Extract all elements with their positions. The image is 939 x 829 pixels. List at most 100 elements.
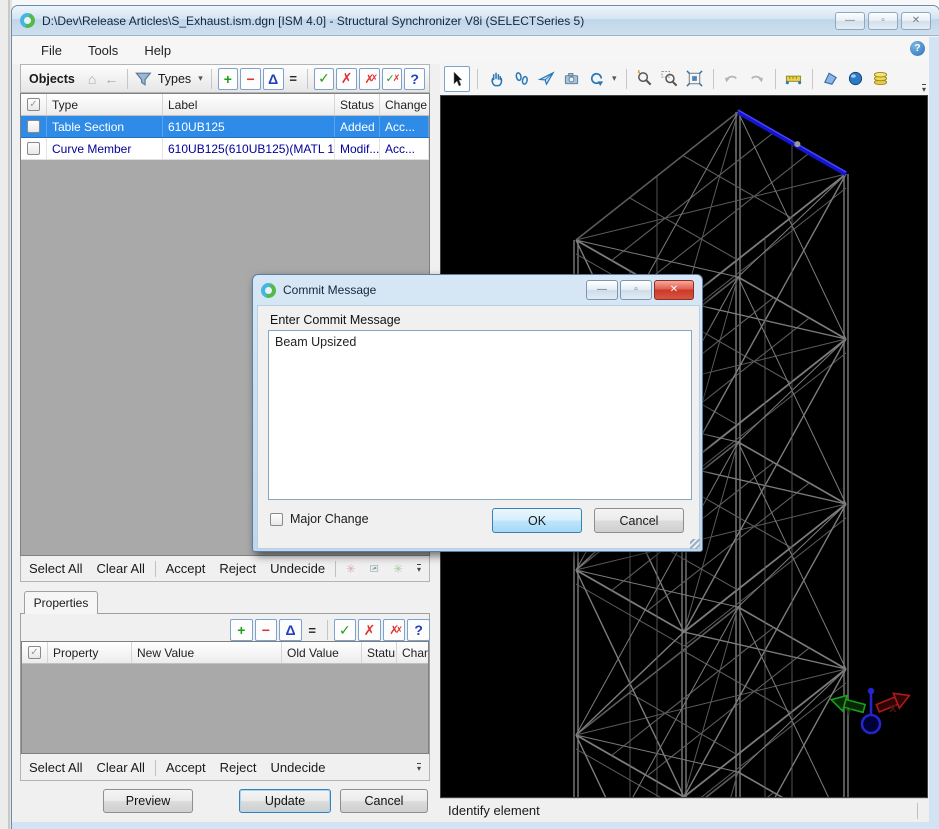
accept-star-icon[interactable]: ✳ xyxy=(393,562,403,576)
major-change-checkbox[interactable] xyxy=(270,513,283,526)
walk-button[interactable] xyxy=(510,68,532,90)
undecide-link[interactable]: Undecide xyxy=(271,760,326,775)
select-all-checkbox[interactable]: ✓ xyxy=(21,94,47,115)
show-accepted-button[interactable]: ✓ xyxy=(334,619,357,641)
clip-prism-icon xyxy=(822,70,839,87)
reject-star-icon[interactable]: ✳ xyxy=(346,562,356,576)
column-header-label[interactable]: Label xyxy=(163,94,335,115)
column-header-status[interactable]: Statu xyxy=(362,642,397,663)
cell-status: Added xyxy=(335,116,380,137)
filter-funnel-icon[interactable] xyxy=(134,68,153,90)
open-target-icon[interactable] xyxy=(370,562,379,575)
column-header-old-value[interactable]: Old Value xyxy=(282,642,362,663)
cell-type: Table Section xyxy=(47,116,163,137)
objects-toolbar: Objects ⌂ ← Types ▾ + − Δ = ✓ ✗ ✗✗ ✓✗ ? xyxy=(20,64,430,93)
redo-view-button[interactable] xyxy=(746,68,768,90)
rotate-view-button[interactable] xyxy=(585,68,607,90)
preview-button[interactable]: Preview xyxy=(103,789,193,813)
maximize-button[interactable]: ▫ xyxy=(868,12,898,30)
show-undecided-button[interactable]: ? xyxy=(404,68,425,90)
fly-button[interactable] xyxy=(535,68,557,90)
ok-button[interactable]: OK xyxy=(492,508,582,533)
toolbar-overflow-icon[interactable]: ▾ xyxy=(417,763,421,772)
show-rejected-button[interactable]: ✗ xyxy=(336,68,357,90)
column-header-status[interactable]: Status xyxy=(335,94,380,115)
separator xyxy=(155,760,156,776)
hand-icon xyxy=(488,70,505,87)
cell-change: Acc... xyxy=(380,138,429,159)
camera-button[interactable] xyxy=(560,68,582,90)
toolbar-overflow-icon[interactable]: ▾ xyxy=(922,84,926,93)
column-header-change[interactable]: Change xyxy=(380,94,429,115)
footprints-icon xyxy=(513,70,530,87)
back-arrow-icon[interactable]: ← xyxy=(101,71,121,87)
select-all-link[interactable]: Select All xyxy=(29,760,82,775)
commit-message-input[interactable]: Beam Upsized xyxy=(268,330,692,500)
render-mode-button[interactable] xyxy=(845,68,867,90)
show-mixed-button[interactable]: ✓✗ xyxy=(382,68,403,90)
dialog-minimize-button[interactable]: — xyxy=(586,280,618,300)
show-modified-button[interactable]: Δ xyxy=(279,619,302,641)
column-header-new-value[interactable]: New Value xyxy=(132,642,282,663)
show-double-rejected-button[interactable]: ✗✗ xyxy=(383,619,406,641)
home-icon[interactable]: ⌂ xyxy=(85,71,99,87)
zoom-window-button[interactable] xyxy=(659,68,681,90)
types-filter-label[interactable]: Types xyxy=(155,72,194,86)
resize-grip[interactable] xyxy=(690,539,700,549)
accept-link[interactable]: Accept xyxy=(166,561,206,576)
show-rejected-button[interactable]: ✗ xyxy=(358,619,381,641)
select-all-link[interactable]: Select All xyxy=(29,561,82,576)
separator xyxy=(335,561,336,577)
tab-properties[interactable]: Properties xyxy=(24,591,98,614)
table-row[interactable]: Curve Member 610UB125(610UB125)(MATL 1) … xyxy=(21,138,429,160)
dialog-close-button[interactable]: ✕ xyxy=(654,280,694,300)
column-header-change[interactable]: Chan xyxy=(397,642,428,663)
dialog-cancel-button[interactable]: Cancel xyxy=(594,508,684,533)
show-double-rejected-button[interactable]: ✗✗ xyxy=(359,68,380,90)
menu-help[interactable]: Help xyxy=(133,39,182,62)
cancel-button[interactable]: Cancel xyxy=(340,789,428,813)
minimize-button[interactable]: — xyxy=(835,12,865,30)
row-checkbox[interactable] xyxy=(21,116,47,137)
show-removed-button[interactable]: − xyxy=(255,619,278,641)
select-cursor-button[interactable] xyxy=(444,66,470,92)
show-unchanged-button[interactable]: = xyxy=(286,68,301,90)
show-removed-button[interactable]: − xyxy=(240,68,261,90)
pan-hand-button[interactable] xyxy=(485,68,507,90)
clear-all-link[interactable]: Clear All xyxy=(96,760,144,775)
zoom-button[interactable] xyxy=(634,68,656,90)
show-unchanged-button[interactable]: = xyxy=(304,619,321,641)
undecide-link[interactable]: Undecide xyxy=(270,561,325,576)
title-bar[interactable]: D:\Dev\Release Articles\S_Exhaust.ism.dg… xyxy=(12,6,939,36)
measure-button[interactable] xyxy=(783,68,805,90)
show-added-button[interactable]: + xyxy=(218,68,239,90)
fit-view-button[interactable] xyxy=(684,68,706,90)
accept-link[interactable]: Accept xyxy=(166,760,206,775)
show-modified-button[interactable]: Δ xyxy=(263,68,284,90)
row-checkbox[interactable] xyxy=(21,138,47,159)
show-undecided-button[interactable]: ? xyxy=(407,619,430,641)
menu-tools[interactable]: Tools xyxy=(77,39,129,62)
menu-file[interactable]: File xyxy=(30,39,73,62)
undo-view-button[interactable] xyxy=(721,68,743,90)
help-icon[interactable]: ? xyxy=(910,41,925,56)
close-button[interactable]: ✕ xyxy=(901,12,931,30)
toolbar-overflow-icon[interactable]: ▾ xyxy=(417,564,421,573)
select-all-checkbox[interactable]: ✓ xyxy=(22,642,48,663)
cell-label: 610UB125(610UB125)(MATL 1) xyxy=(163,138,335,159)
clear-all-link[interactable]: Clear All xyxy=(96,561,144,576)
dialog-maximize-button[interactable]: ▫ xyxy=(620,280,652,300)
layers-button[interactable] xyxy=(870,68,892,90)
column-header-type[interactable]: Type xyxy=(47,94,163,115)
table-row[interactable]: Table Section 610UB125 Added Acc... xyxy=(21,116,429,138)
clip-volume-button[interactable] xyxy=(820,68,842,90)
reject-link[interactable]: Reject xyxy=(219,561,256,576)
update-button[interactable]: Update xyxy=(239,789,331,813)
show-added-button[interactable]: + xyxy=(230,619,253,641)
rotate-dropdown-icon[interactable]: ▾ xyxy=(610,73,619,84)
types-dropdown-icon[interactable]: ▾ xyxy=(196,73,205,84)
column-header-property[interactable]: Property xyxy=(48,642,132,663)
show-accepted-button[interactable]: ✓ xyxy=(314,68,335,90)
reject-link[interactable]: Reject xyxy=(220,760,257,775)
dialog-title-bar[interactable]: Commit Message — ▫ ✕ xyxy=(253,275,702,305)
